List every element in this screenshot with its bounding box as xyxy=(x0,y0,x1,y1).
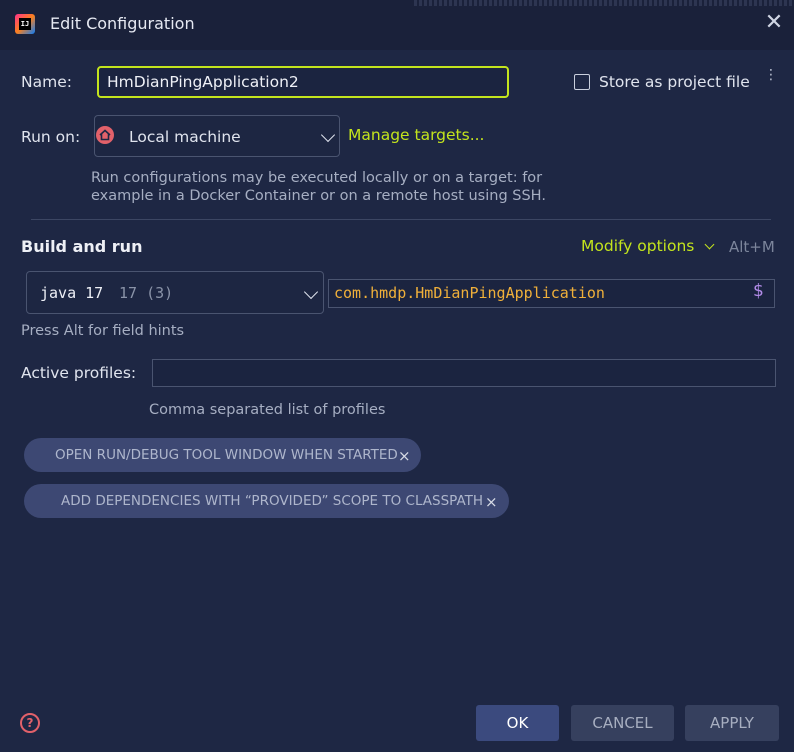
chip-label: OPEN RUN/DEBUG TOOL WINDOW WHEN STARTED xyxy=(55,447,398,463)
store-as-project-checkbox[interactable] xyxy=(574,74,590,90)
active-profiles-label: Active profiles: xyxy=(21,364,137,382)
chevron-down-icon xyxy=(303,284,319,300)
active-profiles-input[interactable] xyxy=(152,359,776,387)
close-icon[interactable]: ✕ xyxy=(762,12,786,36)
run-on-hint-line1: Run configurations may be executed local… xyxy=(91,170,543,186)
modify-options-shortcut: Alt+M xyxy=(729,238,775,256)
more-options-kebab-icon[interactable]: ⋮ xyxy=(764,68,778,90)
remove-chip-close-icon[interactable]: × xyxy=(398,439,411,473)
run-on-value: Local machine xyxy=(129,128,241,146)
cancel-button[interactable]: CANCEL xyxy=(571,705,674,741)
chevron-down-icon xyxy=(320,127,336,143)
titlebar-artifact xyxy=(414,0,794,6)
chip-label: ADD DEPENDENCIES WITH “PROVIDED” SCOPE T… xyxy=(61,493,484,509)
jdk-version: 17 (3) xyxy=(119,284,174,302)
edit-configuration-dialog: IJ Edit Configuration ✕ Name: HmDianPing… xyxy=(0,0,794,752)
divider xyxy=(31,219,771,220)
main-class-input[interactable]: com.hmdp.HmDianPingApplication xyxy=(328,279,775,308)
dialog-title: Edit Configuration xyxy=(50,14,195,33)
title-bar: IJ Edit Configuration ✕ xyxy=(0,0,794,50)
help-icon[interactable]: ? xyxy=(20,713,40,733)
remove-chip-close-icon[interactable]: × xyxy=(485,485,498,519)
apply-button[interactable]: APPLY xyxy=(685,705,779,741)
modify-options-link[interactable]: Modify options xyxy=(581,237,694,255)
active-profiles-hint: Comma separated list of profiles xyxy=(149,402,386,418)
build-and-run-heading: Build and run xyxy=(21,237,143,256)
field-hints-text: Press Alt for field hints xyxy=(21,323,185,339)
ok-button[interactable]: OK xyxy=(476,705,559,741)
intellij-logo-icon: IJ xyxy=(15,14,35,34)
run-on-hint-line2: example in a Docker Container or on a re… xyxy=(91,188,546,204)
dollar-macro-icon[interactable]: $ xyxy=(753,281,764,301)
store-as-project-label[interactable]: Store as project file xyxy=(599,73,750,91)
jdk-select[interactable]: java 17 17 (3) xyxy=(26,271,324,314)
home-icon xyxy=(96,126,114,144)
manage-targets-link[interactable]: Manage targets... xyxy=(348,126,484,144)
name-input[interactable]: HmDianPingApplication2 xyxy=(97,66,509,98)
option-chip-open-tool-window[interactable]: OPEN RUN/DEBUG TOOL WINDOW WHEN STARTED … xyxy=(24,438,421,472)
option-chip-provided-scope[interactable]: ADD DEPENDENCIES WITH “PROVIDED” SCOPE T… xyxy=(24,484,509,518)
jdk-name: java 17 xyxy=(40,284,104,302)
run-on-label: Run on: xyxy=(21,128,81,146)
name-label: Name: xyxy=(21,73,72,91)
modify-options-chevron-icon[interactable] xyxy=(704,239,715,250)
